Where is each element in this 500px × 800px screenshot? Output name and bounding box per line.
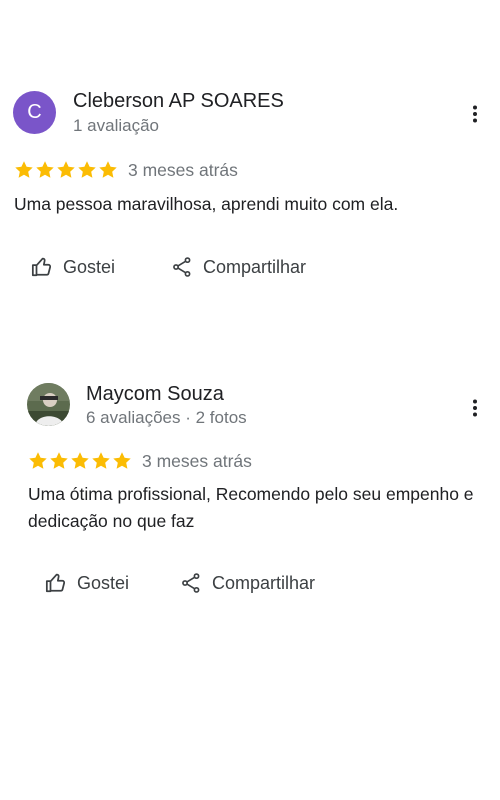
avatar[interactable] [27,383,70,426]
star-rating [14,160,118,180]
star-icon [29,452,47,469]
rating-row: 3 meses atrás [28,449,252,473]
avatar[interactable]: C [13,91,56,134]
more-options-button[interactable] [465,397,485,419]
more-vert-icon [473,105,477,123]
like-label: Gostei [63,256,116,277]
review-date: 3 meses atrás [142,450,252,471]
reviewer-meta: 1 avaliação [73,116,160,135]
rating-row: 3 meses atrás [14,158,238,182]
star-icon [78,161,96,178]
star-icon [50,452,68,469]
reviewer-name[interactable]: Cleberson AP SOARES [73,88,284,114]
share-icon [182,573,200,593]
share-label: Compartilhar [203,256,307,277]
reviewer-meta: 6 avaliações · 2 fotos [86,408,247,427]
share-icon [173,257,191,277]
review-text: Uma pessoa maravilhosa, aprendi muito co… [14,194,399,214]
star-icon [99,161,117,178]
profile-photo [27,383,70,426]
reviews-page: C Cleberson AP SOARES 1 avaliação 3 mese… [0,0,500,800]
avatar-initial: C [27,101,42,123]
star-icon [71,452,89,469]
star-icon [92,452,110,469]
star-rating [28,451,132,471]
like-button[interactable]: Gostei [45,570,129,596]
review-text: Uma ótima profissional, Recomendo pelo s… [28,484,474,531]
star-icon [15,161,33,178]
share-button[interactable]: Compartilhar [171,254,306,280]
like-label: Gostei [77,572,130,593]
share-label: Compartilhar [212,572,316,593]
share-button[interactable]: Compartilhar [180,570,315,596]
more-options-button[interactable] [465,103,485,125]
more-vert-icon [473,399,477,417]
thumb-up-icon [45,573,66,593]
reviewer-name[interactable]: Maycom Souza [86,381,224,407]
star-icon [113,452,131,469]
like-button[interactable]: Gostei [31,254,115,280]
star-icon [57,161,75,178]
thumb-up-icon [31,257,52,277]
review-date: 3 meses atrás [128,159,238,180]
star-icon [36,161,54,178]
